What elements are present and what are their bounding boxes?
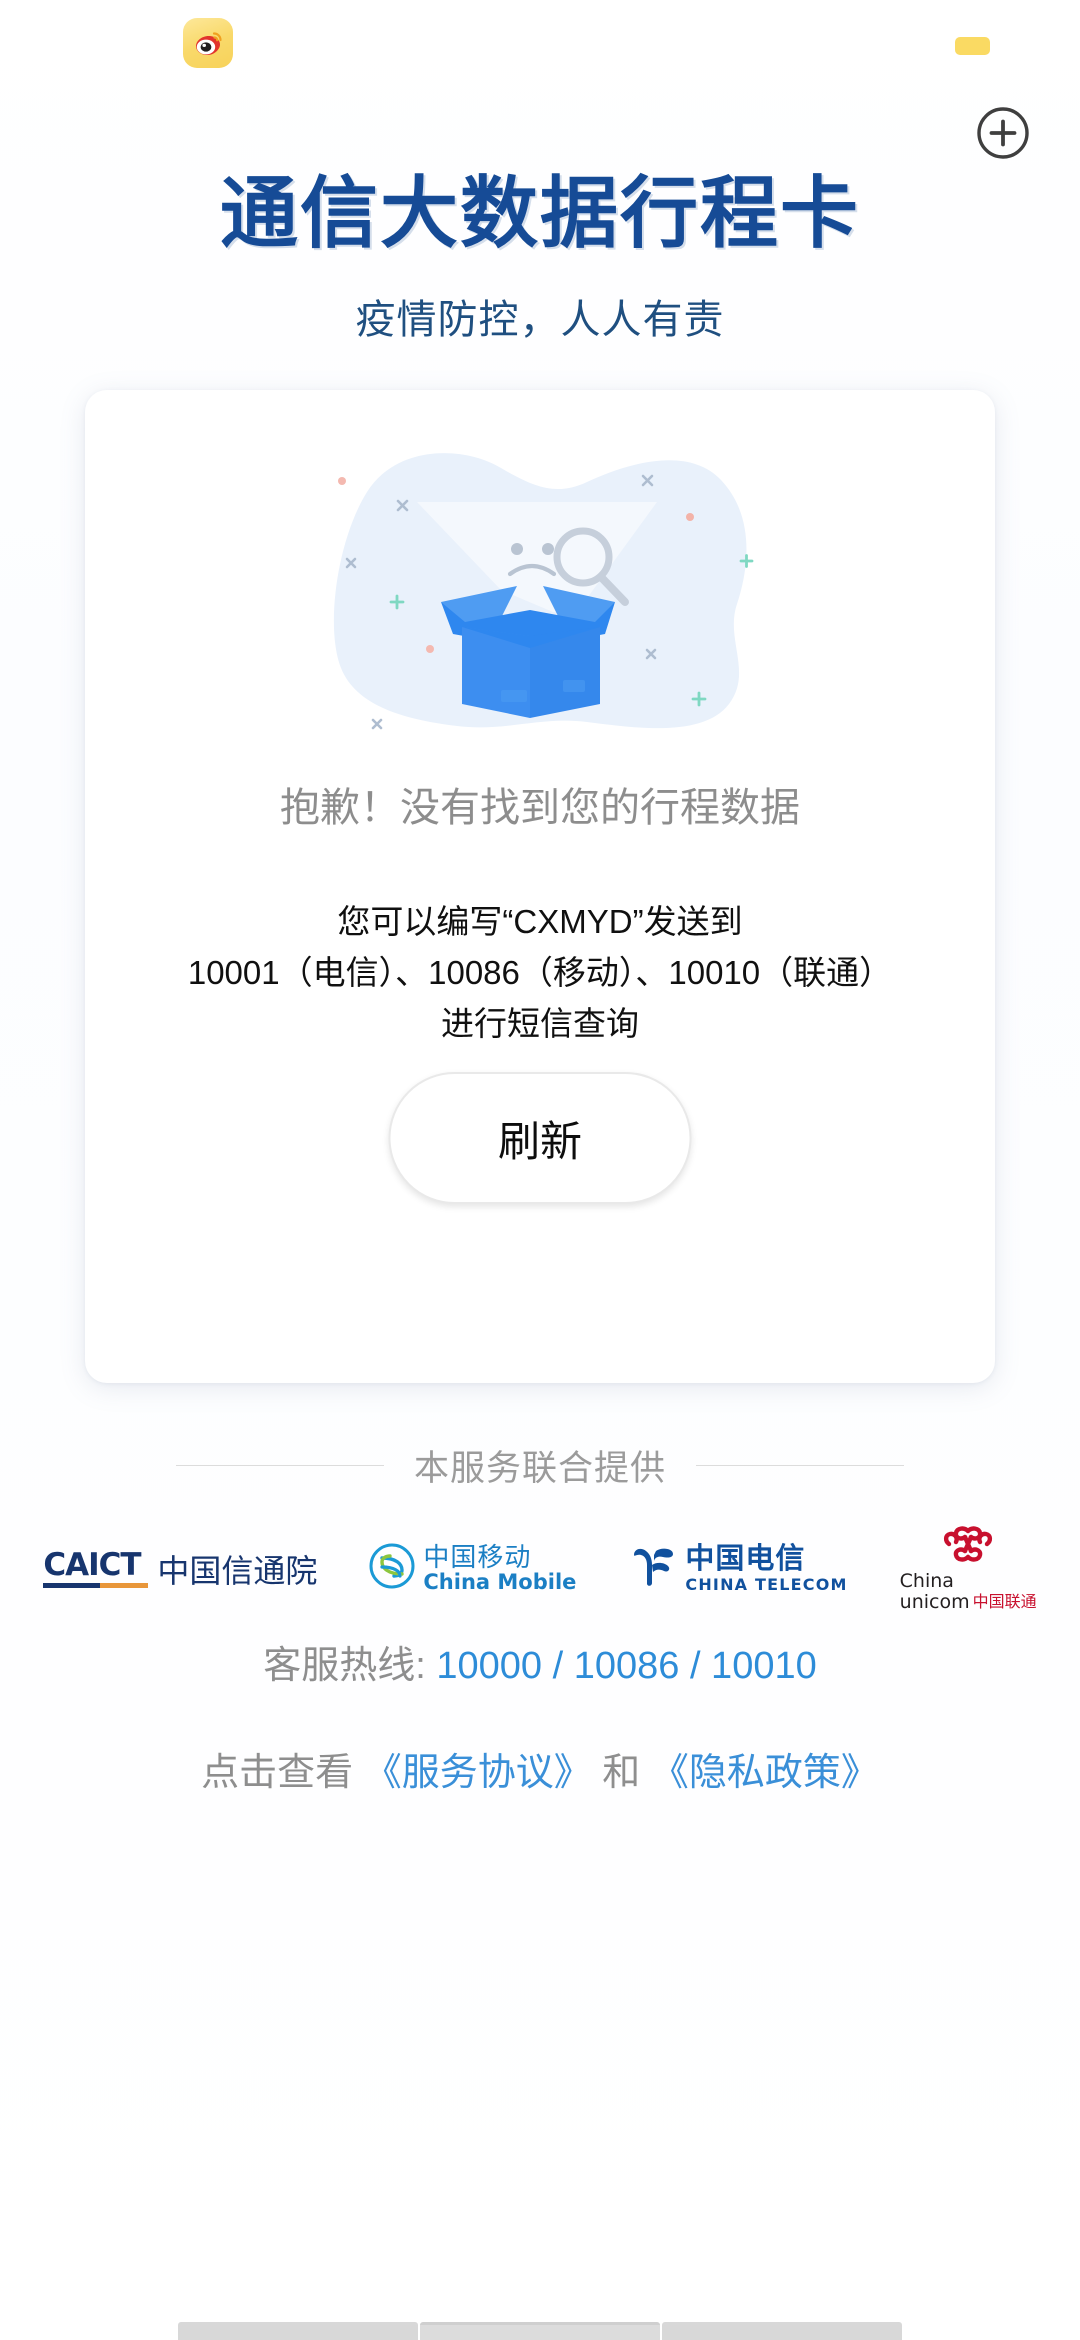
china-unicom-text: China unicom 中国联通	[900, 1571, 1037, 1613]
divider-left	[175, 1465, 384, 1466]
status-chip	[955, 37, 990, 55]
caict-name: 中国信通院	[157, 1552, 318, 1589]
agreement-links: 点击查看 《服务协议》 和 《隐私政策》	[0, 1745, 1080, 1801]
page-root: 通信大数据行程卡 疫情防控，人人有责 抱歉！没有找到您的行程数据 您可以编写“C…	[0, 0, 1080, 2340]
hotline-label: 客服热线:	[263, 1645, 426, 1687]
empty-state-message: 抱歉！没有找到您的行程数据	[280, 786, 800, 830]
china-mobile-text: 中国移动 China Mobile	[423, 1541, 577, 1594]
agreement-conjunction: 和	[602, 1752, 641, 1794]
sms-instruction-line: 10001（电信）、10086（移动）、10010（联通）	[187, 954, 893, 991]
sms-instructions: 您可以编写“CXMYD”发送到 10001（电信）、10086（移动）、1001…	[85, 896, 995, 1049]
hotline-numbers[interactable]: 10000 / 10086 / 10010	[436, 1645, 816, 1687]
toolbar-segment-center[interactable]	[420, 2322, 660, 2340]
china-unicom-name-cn: 中国联通	[972, 1594, 1037, 1611]
toolbar-segment-right[interactable]	[662, 2322, 902, 2340]
caict-mark-icon: CAICT	[43, 1547, 149, 1588]
china-telecom-mark-icon	[628, 1543, 678, 1594]
weibo-icon[interactable]	[183, 18, 233, 68]
sms-instruction-line: 进行短信查询	[441, 1005, 639, 1042]
providers-label: 本服务联合提供	[413, 1449, 666, 1488]
logo-china-unicom: China unicom 中国联通	[900, 1524, 1037, 1613]
caict-abbr: CAICT	[43, 1547, 141, 1583]
bottom-toolbar[interactable]	[0, 2318, 1080, 2340]
service-agreement-link[interactable]: 《服务协议》	[364, 1752, 592, 1794]
provider-logos: CAICT 中国信通院 中国移动 China Mobile 中国电信 CHINA…	[0, 1524, 1080, 1613]
browser-chrome	[0, 0, 1080, 159]
china-mobile-name-cn: 中国移动	[423, 1541, 532, 1572]
divider-right	[696, 1465, 904, 1466]
page-title: 通信大数据行程卡	[219, 169, 860, 259]
china-unicom-mark-icon	[941, 1524, 995, 1569]
page-subtitle: 疫情防控，人人有责	[355, 298, 725, 342]
add-button[interactable]	[975, 105, 1031, 161]
customer-hotline: 客服热线: 10000 / 10086 / 10010	[0, 1638, 1080, 1694]
china-telecom-name-cn: 中国电信	[685, 1542, 806, 1575]
china-mobile-mark-icon	[369, 1543, 415, 1594]
china-mobile-name-en: China Mobile	[423, 1569, 577, 1594]
agreement-prefix: 点击查看	[201, 1752, 354, 1794]
logo-china-telecom: 中国电信 CHINA TELECOM	[628, 1543, 847, 1594]
refresh-button[interactable]: 刷新	[388, 1072, 692, 1204]
logo-caict: CAICT 中国信通院	[43, 1546, 317, 1592]
toolbar-segment-left[interactable]	[178, 2322, 418, 2340]
china-unicom-name-en1: China	[899, 1570, 954, 1592]
empty-state-illustration	[305, 422, 775, 742]
china-telecom-name-en: CHINA TELECOM	[685, 1574, 848, 1594]
china-telecom-text: 中国电信 CHINA TELECOM	[685, 1542, 848, 1594]
sms-instruction-line: 您可以编写“CXMYD”发送到	[337, 903, 743, 940]
result-card: 抱歉！没有找到您的行程数据 您可以编写“CXMYD”发送到 10001（电信）、…	[85, 390, 995, 1383]
caict-underline	[43, 1583, 149, 1588]
logo-china-mobile: 中国移动 China Mobile	[369, 1543, 576, 1594]
china-unicom-name-en2: unicom	[899, 1591, 970, 1613]
privacy-policy-link[interactable]: 《隐私政策》	[651, 1752, 879, 1794]
providers-header: 本服务联合提供	[0, 1440, 1080, 1491]
